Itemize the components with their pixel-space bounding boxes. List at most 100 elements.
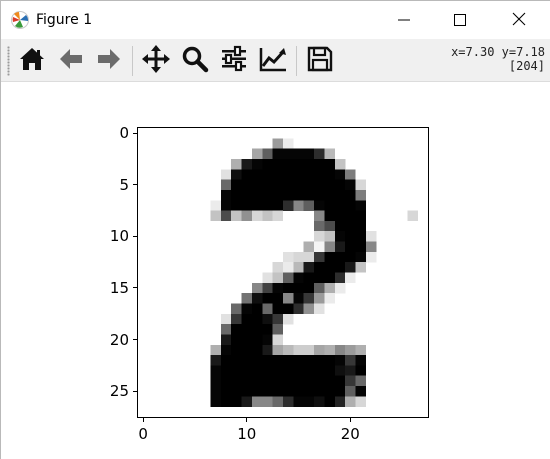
image-pixel	[283, 272, 294, 284]
image-pixel	[262, 324, 273, 335]
y-tick-mark	[133, 184, 138, 186]
image-pixel	[334, 262, 346, 273]
configure-subplots-button[interactable]	[218, 45, 250, 77]
image-pixel	[231, 355, 242, 366]
y-tick-label: 20	[109, 330, 129, 349]
image-pixel	[334, 241, 346, 253]
image-pixel	[355, 189, 367, 201]
edit-axes-button[interactable]	[257, 45, 289, 77]
image-pixel	[314, 344, 325, 356]
image-pixel	[272, 386, 284, 397]
image-pixel	[241, 169, 253, 180]
image-pixel	[324, 396, 335, 407]
image-pixel	[241, 344, 253, 356]
image-pixel	[262, 282, 273, 294]
save-button[interactable]	[304, 45, 336, 77]
image-pixel	[303, 169, 315, 180]
x-tick-label: 20	[340, 425, 360, 443]
image-pixel	[355, 355, 367, 366]
image-pixel	[355, 210, 367, 222]
image-pixel	[324, 210, 335, 222]
image-pixel	[251, 169, 263, 180]
toolbar-separator	[132, 46, 133, 76]
image-pixel	[220, 375, 232, 387]
pan-button[interactable]	[140, 45, 172, 77]
figure-canvas[interactable]: 0 5 10 15 20 25 0 10 20	[1, 82, 550, 459]
image-pixel	[324, 220, 335, 232]
image-pixel	[283, 293, 294, 304]
image-pixel	[283, 386, 294, 397]
image-pixel	[283, 313, 294, 325]
image-pixel	[345, 272, 356, 284]
image-pixel	[251, 179, 263, 191]
image-pixel	[272, 200, 284, 211]
maximize-button[interactable]	[432, 1, 488, 39]
image-pixel	[303, 158, 315, 170]
image-pixel	[231, 158, 242, 170]
close-button[interactable]	[491, 1, 547, 39]
image-pixel	[210, 396, 222, 407]
image-pixel	[334, 375, 346, 387]
x-tick-mark	[246, 417, 248, 422]
image-pixel	[293, 375, 304, 387]
image-pixel	[241, 365, 253, 376]
image-pixel	[262, 344, 273, 356]
image-pixel	[334, 282, 346, 294]
image-pixel	[303, 179, 315, 191]
image-pixel	[293, 293, 304, 304]
home-icon	[18, 45, 46, 77]
image-pixel	[345, 375, 356, 387]
image-pixel	[241, 200, 253, 211]
image-pixel	[272, 303, 284, 314]
image-pixel	[324, 293, 335, 304]
image-pixel	[283, 355, 294, 366]
zoom-button[interactable]	[179, 45, 211, 77]
home-button[interactable]	[16, 45, 48, 77]
image-pixel	[231, 210, 242, 222]
image-pixel	[345, 344, 356, 356]
image-pixel	[314, 200, 325, 211]
image-pixel	[251, 396, 263, 407]
image-axes[interactable]	[137, 127, 429, 418]
image-pixel	[345, 220, 356, 232]
image-pixel	[262, 272, 273, 284]
image-pixel	[262, 148, 273, 160]
image-pixel	[293, 251, 304, 263]
image-pixel	[283, 251, 294, 263]
back-button[interactable]	[55, 45, 87, 77]
image-pixel	[272, 169, 284, 180]
image-pixel	[283, 396, 294, 407]
title-bar[interactable]: Figure 1	[1, 1, 550, 39]
image-pixel	[272, 324, 284, 335]
image-pixel	[283, 200, 294, 211]
image-pixel	[324, 262, 335, 273]
image-pixel	[272, 210, 284, 222]
image-pixel	[210, 375, 222, 387]
image-pixel	[262, 355, 273, 366]
image-pixel	[293, 189, 304, 201]
image-pixel	[283, 365, 294, 376]
image-pixel	[262, 169, 273, 180]
forward-button[interactable]	[93, 45, 125, 77]
image-pixel	[231, 179, 242, 191]
image-pixel	[303, 251, 315, 263]
image-pixel	[324, 231, 335, 242]
y-tick-label: 10	[109, 227, 129, 246]
image-pixel	[334, 386, 346, 397]
image-pixel	[251, 375, 263, 387]
y-tick-mark	[133, 339, 138, 341]
digit-image	[210, 138, 418, 407]
toolbar-grip[interactable]	[7, 46, 10, 76]
image-pixel	[334, 251, 346, 263]
image-pixel	[324, 251, 335, 263]
image-pixel	[345, 365, 356, 376]
image-pixel	[272, 262, 284, 273]
image-pixel	[272, 293, 284, 304]
image-pixel	[345, 210, 356, 222]
image-pixel	[314, 375, 325, 387]
image-pixel	[220, 396, 232, 407]
image-pixel	[251, 158, 263, 170]
minimize-button[interactable]	[376, 1, 432, 39]
forward-arrow-icon	[95, 45, 123, 77]
image-pixel	[345, 231, 356, 242]
